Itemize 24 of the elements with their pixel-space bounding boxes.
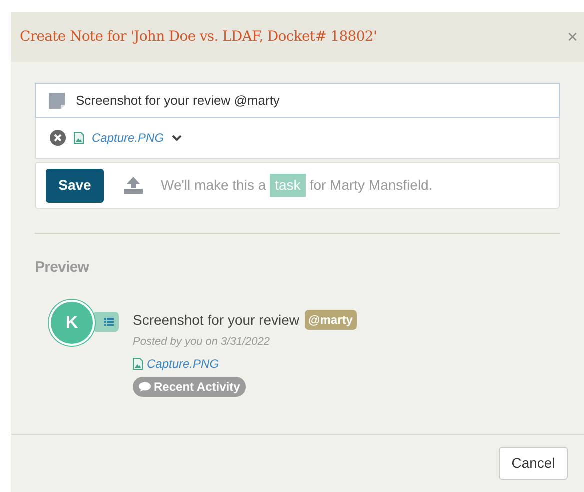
task-message: for Marty Mansfield. xyxy=(310,176,433,195)
close-button[interactable]: × xyxy=(567,24,578,50)
attachment-link[interactable]: Capture.PNG xyxy=(147,355,220,373)
remove-icon[interactable] xyxy=(50,130,66,146)
chevron-down-icon[interactable] xyxy=(172,134,182,142)
upload-icon[interactable] xyxy=(124,177,143,194)
posted-text: Posted by you on 3/31/2022 xyxy=(133,334,270,350)
mention-tag: @marty xyxy=(304,310,357,330)
preview-heading: Preview xyxy=(35,258,90,278)
image-file-icon xyxy=(74,132,84,144)
cancel-button[interactable]: Cancel xyxy=(499,447,568,480)
note-title: Screenshot for your review xyxy=(133,310,300,330)
image-file-icon xyxy=(133,358,143,370)
user-avatar: K xyxy=(49,300,95,346)
task-message: We'll make this a xyxy=(161,176,266,195)
save-button[interactable]: Save xyxy=(46,168,104,202)
list-icon xyxy=(93,312,119,332)
speech-bubble-icon xyxy=(139,382,151,392)
note-input-field[interactable]: Screenshot for your review @marty xyxy=(35,83,560,118)
dialog-title: Create Note for 'John Doe vs. LDAF, Docket# 18802' xyxy=(20,28,377,46)
recent-activity-tag[interactable]: Recent Activity xyxy=(133,377,246,397)
task-tag: task xyxy=(270,174,306,197)
attachment-link[interactable]: Capture.PNG xyxy=(92,129,164,147)
note-icon xyxy=(49,92,65,108)
